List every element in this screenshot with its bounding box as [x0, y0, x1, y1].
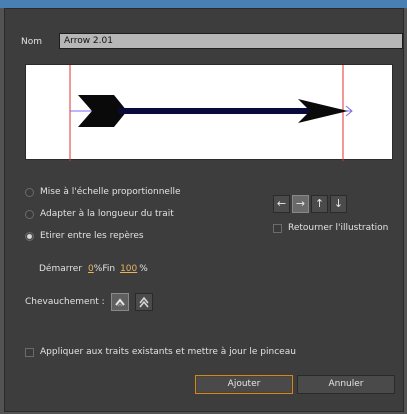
window-title-bar [0, 0, 407, 8]
cancel-button[interactable]: Annuler [297, 375, 395, 394]
apply-to-strokes-label: Appliquer aux traits existants et mettre… [40, 347, 296, 357]
overlap-label: Chevauchement : [25, 297, 105, 307]
end-unit: % [139, 264, 148, 274]
start-unit: % [93, 264, 103, 274]
arrow-up-icon[interactable]: ↑ [311, 195, 328, 213]
reverse-artwork-label: Retourner l'illustration [288, 223, 389, 233]
arrow-brush-options-dialog: Nom Arrow 2.01 Mise à l'échelle proporti… [4, 8, 404, 412]
radio-button[interactable] [25, 187, 34, 197]
overlap-no-adjust-icon [139, 296, 149, 308]
option-label: Mise à l'échelle proportionnelle [40, 187, 181, 197]
apply-to-strokes-checkbox[interactable] [25, 347, 34, 357]
flip-buttons: ← → ↑ ↓ [273, 195, 347, 213]
name-label: Nom [21, 37, 43, 47]
option-label: Etirer entre les repères [40, 231, 144, 241]
reverse-artwork-option[interactable]: Retourner l'illustration [273, 223, 388, 233]
overlap-no-adjust-button[interactable] [134, 293, 153, 311]
overlap-row: Chevauchement : [25, 293, 153, 311]
arrow-right-icon[interactable]: → [292, 195, 309, 213]
radio-button-selected[interactable] [25, 231, 34, 241]
arrow-shaft [118, 108, 332, 114]
name-input[interactable]: Arrow 2.01 [59, 33, 403, 49]
overlap-adjust-icon [114, 298, 125, 307]
range-row: Démarrer 0 % Fin 100 % [39, 264, 148, 274]
preview-canvas [69, 65, 353, 161]
add-button[interactable]: Ajouter [195, 375, 293, 394]
arrow-left-icon[interactable]: ← [273, 195, 290, 213]
option-scale-proportional[interactable]: Mise à l'échelle proportionnelle [25, 187, 181, 197]
start-label: Démarrer [39, 264, 83, 274]
overlap-adjust-button[interactable] [110, 293, 129, 311]
option-label: Adapter à la longueur du trait [40, 209, 174, 219]
arrow-down-icon[interactable]: ↓ [330, 195, 347, 213]
end-value[interactable]: 100 [120, 264, 137, 274]
radio-button[interactable] [25, 209, 34, 219]
option-fit-stroke-length[interactable]: Adapter à la longueur du trait [25, 209, 174, 219]
option-stretch-between-guides[interactable]: Etirer entre les repères [25, 231, 144, 241]
apply-to-strokes-option[interactable]: Appliquer aux traits existants et mettre… [25, 347, 296, 357]
brush-preview [25, 64, 393, 161]
end-label: Fin [102, 264, 116, 274]
reverse-artwork-checkbox[interactable] [273, 223, 282, 233]
